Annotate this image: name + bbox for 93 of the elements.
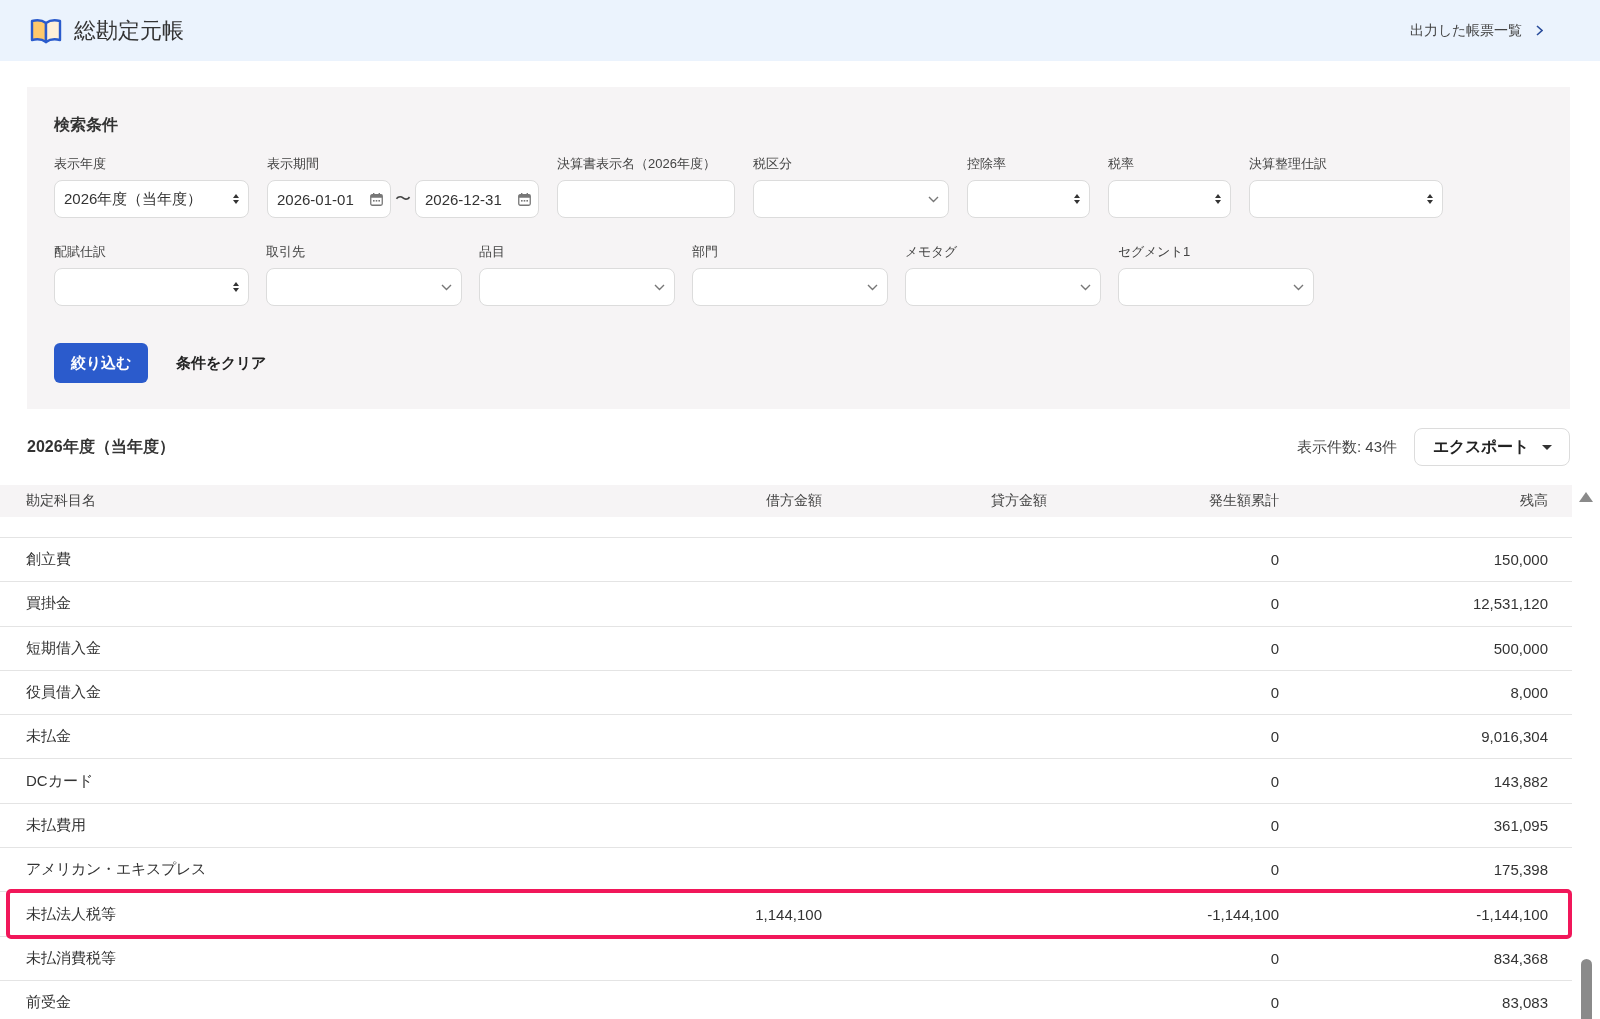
sort-arrows-icon — [1427, 194, 1433, 204]
book-icon — [30, 17, 62, 44]
table-cell: 0 — [1270, 861, 1279, 879]
table-cell-text: 役員借入金 — [25, 683, 101, 703]
field-label: 品目 — [479, 243, 506, 261]
dropdown-field[interactable] — [905, 268, 1101, 306]
table-cell: 175,398 — [1493, 861, 1548, 879]
field-label: メモタグ — [905, 243, 958, 261]
dropdown-field[interactable] — [692, 268, 888, 306]
sort-arrows-icon — [1215, 194, 1221, 204]
field-label: 決算書表示名（2026年度） — [557, 155, 717, 173]
field-label: 控除率 — [967, 155, 1007, 173]
search-panel-title: 検索条件 — [54, 115, 119, 135]
sort-arrows-icon — [1074, 194, 1080, 204]
select-field[interactable] — [1249, 180, 1443, 218]
table-cell: 1,144,100 — [755, 905, 822, 923]
report-list-link[interactable]: 出力した帳票一覧 — [1410, 21, 1543, 40]
page-title: 総勘定元帳 — [74, 16, 184, 45]
table-cell-text: 未払消費税等 — [25, 948, 116, 968]
column-header: 借方金額 — [766, 492, 822, 510]
clear-button[interactable]: 条件をクリア — [176, 353, 266, 373]
column-header: 勘定科目名 — [25, 492, 96, 510]
select-field[interactable] — [1108, 180, 1231, 218]
chevron-down-icon — [928, 195, 939, 203]
table-cell-text: アメリカン・エキスプレス — [25, 860, 206, 880]
field-label: 税区分 — [753, 155, 793, 173]
column-header: 貸方金額 — [991, 492, 1047, 510]
select-field[interactable] — [54, 268, 249, 306]
chevron-right-icon — [1536, 25, 1543, 36]
sort-arrows-icon — [233, 194, 239, 204]
calendar-icon — [518, 192, 531, 206]
chevron-down-icon — [654, 283, 665, 291]
table-cell: 150,000 — [1493, 551, 1548, 569]
calendar-icon — [370, 192, 383, 206]
table-cell-text: DCカード — [25, 771, 93, 791]
table-cell-text: 買掛金 — [25, 594, 71, 614]
table-cell: -1,144,100 — [1476, 905, 1548, 923]
field-label: 表示期間 — [267, 155, 320, 173]
column-header: 発生額累計 — [1209, 492, 1279, 510]
table-cell-text: 創立費 — [25, 550, 71, 570]
table-cell: 0 — [1270, 684, 1279, 702]
table-cell: 500,000 — [1493, 639, 1548, 657]
dropdown-field[interactable] — [753, 180, 949, 218]
text-field[interactable] — [557, 180, 735, 218]
table-cell: 0 — [1270, 772, 1279, 790]
select-field[interactable] — [967, 180, 1090, 218]
table-cell: 143,882 — [1493, 772, 1548, 790]
table-cell: 0 — [1270, 994, 1279, 1012]
export-button[interactable]: エクスポート — [1414, 428, 1570, 466]
dropdown-field[interactable] — [266, 268, 462, 306]
chevron-down-icon — [441, 283, 452, 291]
field-label: 取引先 — [266, 243, 306, 261]
table-cell: 361,095 — [1493, 816, 1548, 834]
table-cell: 0 — [1270, 949, 1279, 967]
caret-down-icon — [1542, 444, 1552, 450]
column-header: 残高 — [1520, 492, 1548, 510]
table-cell: 0 — [1270, 728, 1279, 746]
chevron-down-icon — [1293, 283, 1304, 291]
dropdown-field[interactable] — [1118, 268, 1314, 306]
table-cell: 834,368 — [1493, 949, 1548, 967]
chevron-down-icon — [1080, 283, 1091, 291]
filter-button[interactable]: 絞り込む — [54, 343, 148, 383]
chevron-down-icon — [867, 283, 878, 291]
table-cell: 0 — [1270, 639, 1279, 657]
table-cell: 8,000 — [1510, 684, 1548, 702]
date-field[interactable]: 2026-12-31 — [415, 180, 539, 218]
field-label: 表示年度 — [54, 155, 107, 173]
result-count: 表示件数: 43件 — [1296, 437, 1397, 457]
field-label: セグメント1 — [1118, 243, 1192, 261]
table-cell-text: 未払費用 — [25, 815, 86, 835]
scroll-up-icon[interactable] — [1579, 492, 1593, 502]
table-cell: 0 — [1270, 595, 1279, 613]
date-field[interactable]: 2026-01-01 — [267, 180, 391, 218]
table-cell: 0 — [1270, 816, 1279, 834]
field-label: 税率 — [1108, 155, 1135, 173]
table-cell-text: 未払金 — [25, 727, 71, 747]
table-cell: 12,531,120 — [1472, 595, 1548, 613]
range-separator: 〜 — [394, 188, 412, 209]
scrollbar-thumb[interactable] — [1580, 959, 1592, 1019]
table-cell-text: 未払法人税等 — [25, 904, 116, 924]
field-label: 決算整理仕訳 — [1249, 155, 1328, 173]
results-title: 2026年度（当年度） — [27, 436, 175, 457]
table-cell-text: 短期借入金 — [25, 638, 101, 658]
field-label: 配賦仕訳 — [54, 243, 107, 261]
table-cell-text: 前受金 — [25, 993, 71, 1013]
sort-arrows-icon — [233, 282, 239, 292]
table-cell: 9,016,304 — [1481, 728, 1548, 746]
table-cell: -1,144,100 — [1207, 905, 1279, 923]
table-cell: 0 — [1270, 551, 1279, 569]
select-field[interactable]: 2026年度（当年度） — [54, 180, 249, 218]
table-cell: 83,083 — [1502, 994, 1548, 1012]
field-label: 部門 — [692, 243, 719, 261]
dropdown-field[interactable] — [479, 268, 675, 306]
